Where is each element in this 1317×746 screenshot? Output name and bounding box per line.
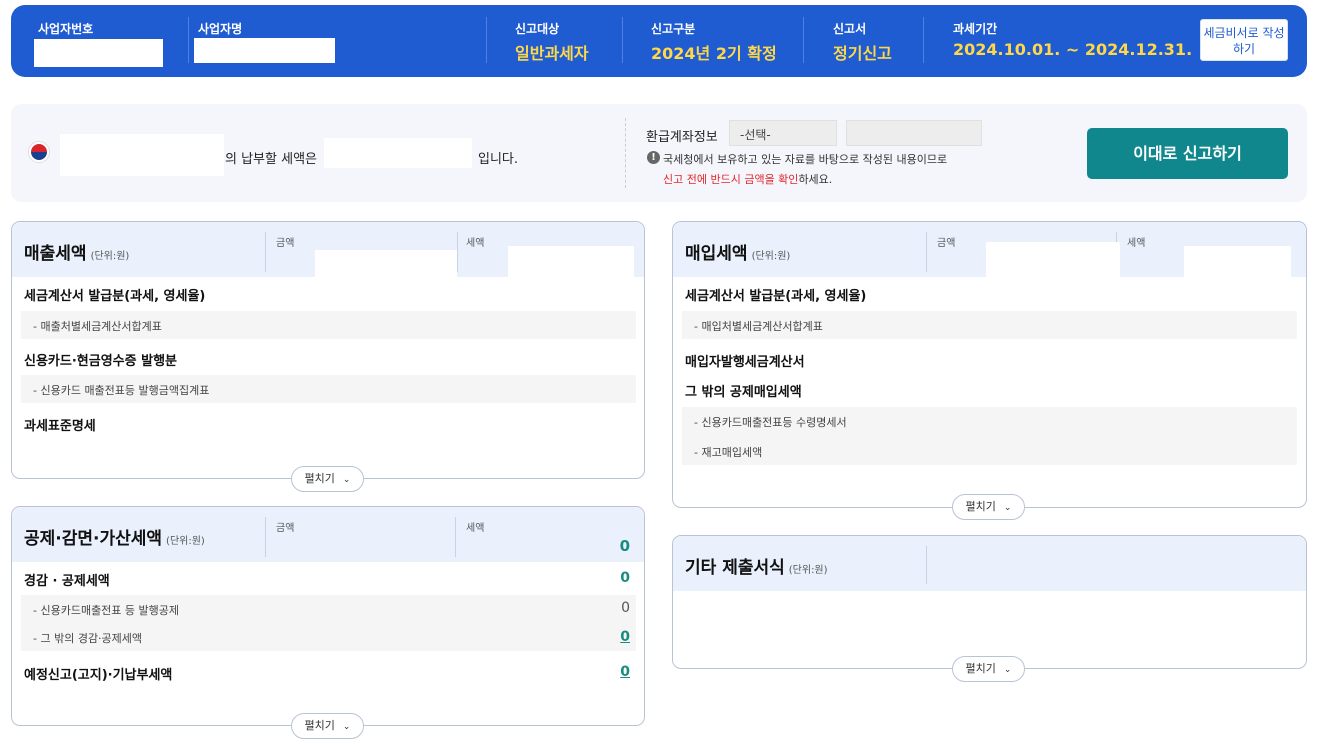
purchase-tax-card: 매입세액 (단위:원) 금액 세액 세금계산서 발급분(과세, 영세율) - 매입… <box>672 221 1307 508</box>
deduction-subrow-other-credit-link[interactable]: 0 <box>620 629 630 645</box>
target-label: 신고대상 <box>515 22 560 36</box>
refund-account-input[interactable] <box>846 120 982 146</box>
other-forms-title: 기타 제출서식 (단위:원) <box>685 553 828 578</box>
expand-label: 펼치기 <box>965 662 996 675</box>
period-value: 2024.10.01. ~ 2024.12.31. <box>953 40 1193 59</box>
business-no-field <box>34 39 163 67</box>
header-divider <box>188 17 189 63</box>
tax-values-field <box>508 246 634 370</box>
header-divider <box>923 17 924 63</box>
submit-report-button[interactable]: 이대로 신고하기 <box>1087 128 1288 179</box>
chevron-down-icon: ⌄ <box>1003 665 1012 675</box>
amount-values-field <box>315 250 457 370</box>
deduction-row-reduction-value: 0 <box>620 570 630 586</box>
purchase-subrow-card-receipt: - 신용카드매출전표등 수령명세서 <box>694 416 847 429</box>
notice-tail: 하세요. <box>798 173 833 186</box>
expand-label: 펼치기 <box>304 472 335 485</box>
sales-subrow-card-summary: - 신용카드 매출전표등 발행금액집계표 <box>21 375 636 403</box>
tax-summary-panel: 의 납부할 세액은 입니다. 환급계좌정보 -선택- ! 국세청에서 보유하고 … <box>11 104 1307 202</box>
sales-row-card-receipt: 신용카드·현금영수증 발행분 <box>24 354 177 369</box>
sales-row-tax-base-detail: 과세표준명세 <box>24 419 96 434</box>
unit-label: (단위:원) <box>751 251 791 262</box>
target-value: 일반과세자 <box>515 44 589 63</box>
tax-due-suffix: 입니다. <box>478 152 519 167</box>
business-no-label: 사업자번호 <box>38 22 94 36</box>
deduction-row-prepaid-link[interactable]: 0 <box>620 664 630 680</box>
refund-bank-select[interactable]: -선택- <box>729 120 837 146</box>
sales-row-tax-invoice: 세금계산서 발급분(과세, 영세율) <box>24 289 206 304</box>
other-forms-title-text: 기타 제출서식 <box>685 558 785 578</box>
tax-column-header: 세액 <box>466 523 485 534</box>
purchase-subrow-inventory: - 재고매입세액 <box>694 446 763 459</box>
expand-label: 펼치기 <box>965 500 996 513</box>
deduction-subrow-card-credit-value: 0 <box>621 600 630 616</box>
government-emblem-icon <box>29 142 49 162</box>
purchase-tax-title: 매입세액 (단위:원) <box>685 239 790 264</box>
purchase-expand-button[interactable]: 펼치기 ⌄ <box>952 494 1025 520</box>
purchase-tax-title-text: 매입세액 <box>685 244 748 264</box>
deduction-subrow-card-credit: - 신용카드매출전표 등 발행공제 <box>21 595 636 623</box>
header-divider <box>486 17 487 63</box>
amount-column-header: 금액 <box>937 238 956 249</box>
deduction-tax-card: 공제·감면·가산세액 (단위:원) 금액 세액 0 경감 · 공제세액 0 - 신… <box>11 506 645 726</box>
sales-expand-button[interactable]: 펼치기 ⌄ <box>291 466 364 492</box>
amount-column-header: 금액 <box>276 523 295 534</box>
taxpayer-name-field <box>60 134 224 176</box>
notice-emphasis: 신고 전에 반드시 금액을 확인 <box>663 173 799 186</box>
sales-tax-card: 매출세액 (단위:원) 금액 세액 세금계산서 발급분(과세, 영세율) - 매출… <box>11 221 645 479</box>
chevron-down-icon: ⌄ <box>342 722 351 732</box>
type-value: 2024년 2기 확정 <box>651 44 777 63</box>
column-divider <box>265 232 266 272</box>
tax-column-header: 세액 <box>466 238 485 249</box>
notice-line-1: 국세청에서 보유하고 있는 자료를 바탕으로 작성된 내용이므로 <box>663 153 948 166</box>
tax-due-amount-field <box>324 138 472 168</box>
purchase-row-tax-invoice: 세금계산서 발급분(과세, 영세율) <box>685 289 867 304</box>
sales-tax-title-text: 매출세액 <box>24 244 87 264</box>
deduction-subrow-other-credit: - 그 밖의 경감·공제세액 <box>21 623 636 651</box>
deduction-row-reduction: 경감 · 공제세액 <box>24 574 110 589</box>
purchase-subrow-invoice-summary: - 매입처별세금계산서합계표 <box>682 311 1297 339</box>
header-divider <box>622 17 623 63</box>
header-divider <box>803 17 804 63</box>
summary-divider <box>625 118 626 188</box>
business-name-field <box>194 38 335 63</box>
deduction-title: 공제·감면·가산세액 (단위:원) <box>24 524 205 549</box>
tax-column-header: 세액 <box>1127 238 1146 249</box>
sales-subrow-invoice-summary: - 매출처별세금계산서합계표 <box>21 311 636 339</box>
report-header-bar: 사업자번호 사업자명 신고대상 일반과세자 신고구분 2024년 2기 확정 신… <box>11 5 1307 77</box>
deduction-expand-button[interactable]: 펼치기 ⌄ <box>291 713 364 739</box>
business-name-label: 사업자명 <box>198 22 243 36</box>
form-value: 정기신고 <box>833 44 892 63</box>
chevron-down-icon: ⌄ <box>1003 503 1012 513</box>
other-forms-expand-button[interactable]: 펼치기 ⌄ <box>952 656 1025 682</box>
write-with-tax-assistant-button[interactable]: 세금비서로 작성하기 <box>1200 19 1288 61</box>
deduction-total-value: 0 <box>619 537 630 555</box>
chevron-down-icon: ⌄ <box>342 475 351 485</box>
purchase-subrow-group: - 신용카드매출전표등 수령명세서 - 재고매입세액 <box>682 407 1297 465</box>
other-forms-card: 기타 제출서식 (단위:원) <box>672 535 1307 669</box>
purchase-row-other-deduction: 그 밖의 공제매입세액 <box>685 385 802 400</box>
form-label: 신고서 <box>833 22 867 36</box>
period-label: 과세기간 <box>953 22 998 36</box>
amount-column-header: 금액 <box>276 238 295 249</box>
tax-due-prefix: 의 납부할 세액은 <box>225 152 317 167</box>
expand-label: 펼치기 <box>304 719 335 732</box>
deduction-row-prepaid: 예정신고(고지)·기납부세액 <box>24 668 173 683</box>
notice-line-2: 신고 전에 반드시 금액을 확인하세요. <box>663 171 832 187</box>
deduction-title-text: 공제·감면·가산세액 <box>24 529 163 549</box>
type-label: 신고구분 <box>651 22 696 36</box>
unit-label: (단위:원) <box>90 251 130 262</box>
column-divider <box>457 232 458 272</box>
unit-label: (단위:원) <box>788 565 828 576</box>
purchase-row-buyer-issued: 매입자발행세금계산서 <box>685 355 805 370</box>
column-divider <box>926 232 927 272</box>
unit-label: (단위:원) <box>166 536 205 547</box>
warning-icon: ! <box>647 151 660 164</box>
refund-account-label: 환급계좌정보 <box>646 130 718 145</box>
sales-tax-title: 매출세액 (단위:원) <box>24 239 129 264</box>
column-divider <box>265 517 266 557</box>
column-divider <box>926 546 927 584</box>
column-divider <box>455 517 456 557</box>
